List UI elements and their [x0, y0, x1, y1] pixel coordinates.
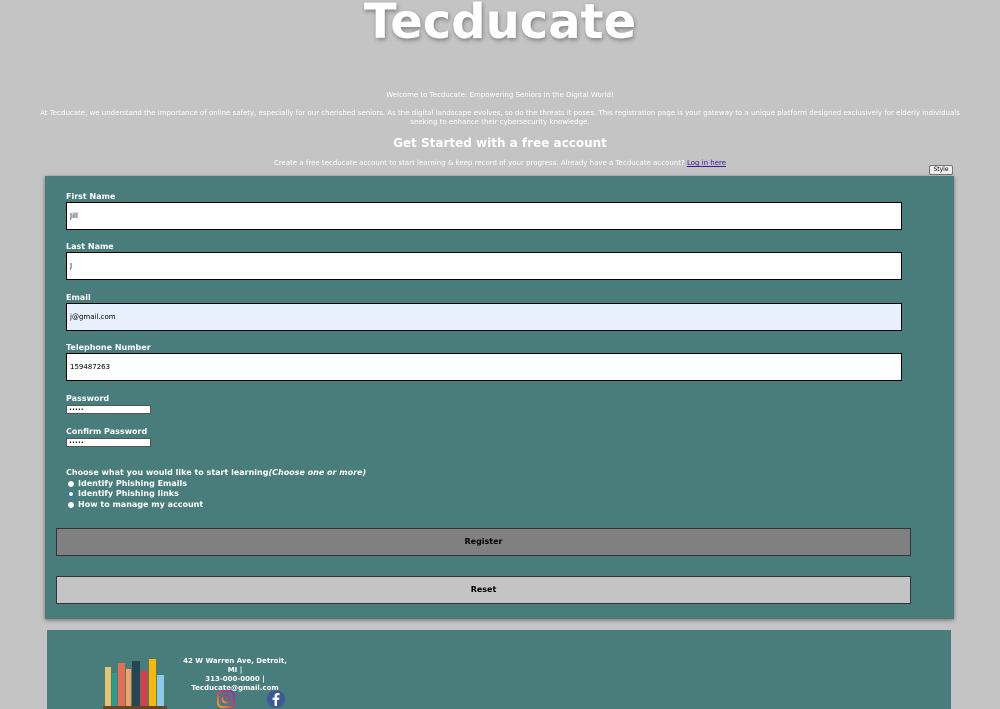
- telephone-label: Telephone Number: [66, 343, 151, 352]
- footer: 42 W Warren Ave, Detroit, MI | 313-000-0…: [47, 630, 951, 709]
- option-label: How to manage my account: [78, 500, 204, 509]
- confirm-password-label: Confirm Password: [66, 427, 148, 436]
- login-link[interactable]: Log in here: [687, 159, 726, 167]
- telephone-field[interactable]: [66, 353, 902, 381]
- site-title: Tecducate: [363, 0, 637, 50]
- option-phishing-emails[interactable]: Identify Phishing Emails: [68, 479, 187, 488]
- learning-choice-label: Choose what you would like to start lear…: [66, 468, 366, 477]
- option-radio[interactable]: [68, 490, 74, 497]
- reset-button[interactable]: Reset: [56, 576, 911, 604]
- contact-info: 42 W Warren Ave, Detroit, MI | 313-000-0…: [179, 657, 291, 693]
- create-account-text: Create a free tecducate account to start…: [273, 159, 685, 167]
- email-field[interactable]: [66, 303, 902, 331]
- style-button[interactable]: Style: [929, 165, 953, 175]
- registration-form: First Name Last Name Email Telephone Num…: [45, 176, 954, 619]
- intro-text: At Tecducate, we understand the importan…: [40, 109, 960, 126]
- learning-choice-text: Choose what you would like to start lear…: [66, 468, 269, 477]
- option-phishing-links[interactable]: Identify Phishing links: [68, 489, 179, 498]
- first-name-label: First Name: [66, 192, 116, 201]
- phone-text: 313-000-0000 |: [205, 675, 265, 683]
- last-name-label: Last Name: [66, 242, 114, 251]
- first-name-field[interactable]: [66, 202, 902, 230]
- option-radio[interactable]: [68, 501, 74, 508]
- option-label: Identify Phishing links: [78, 489, 179, 498]
- password-label: Password: [66, 394, 110, 403]
- option-radio[interactable]: [68, 480, 74, 487]
- welcome-text: Welcome to Tecducate: Empowering Seniors…: [386, 91, 614, 99]
- facebook-icon[interactable]: [267, 690, 285, 708]
- register-button[interactable]: Register: [56, 528, 911, 556]
- address-text: 42 W Warren Ave, Detroit, MI |: [183, 657, 287, 674]
- learning-choice-hint: (Choose one or more): [268, 468, 367, 477]
- last-name-field[interactable]: [66, 252, 902, 280]
- create-account-line: Create a free tecducate account to start…: [0, 159, 1000, 167]
- instagram-icon[interactable]: [217, 690, 235, 708]
- get-started-heading: Get Started with a free account: [393, 136, 607, 150]
- option-manage-account[interactable]: How to manage my account: [68, 500, 203, 509]
- email-label: Email: [66, 293, 91, 302]
- books-logo-icon: [103, 659, 167, 709]
- password-field[interactable]: [66, 405, 151, 414]
- confirm-password-field[interactable]: [66, 438, 151, 447]
- option-label: Identify Phishing Emails: [78, 479, 188, 488]
